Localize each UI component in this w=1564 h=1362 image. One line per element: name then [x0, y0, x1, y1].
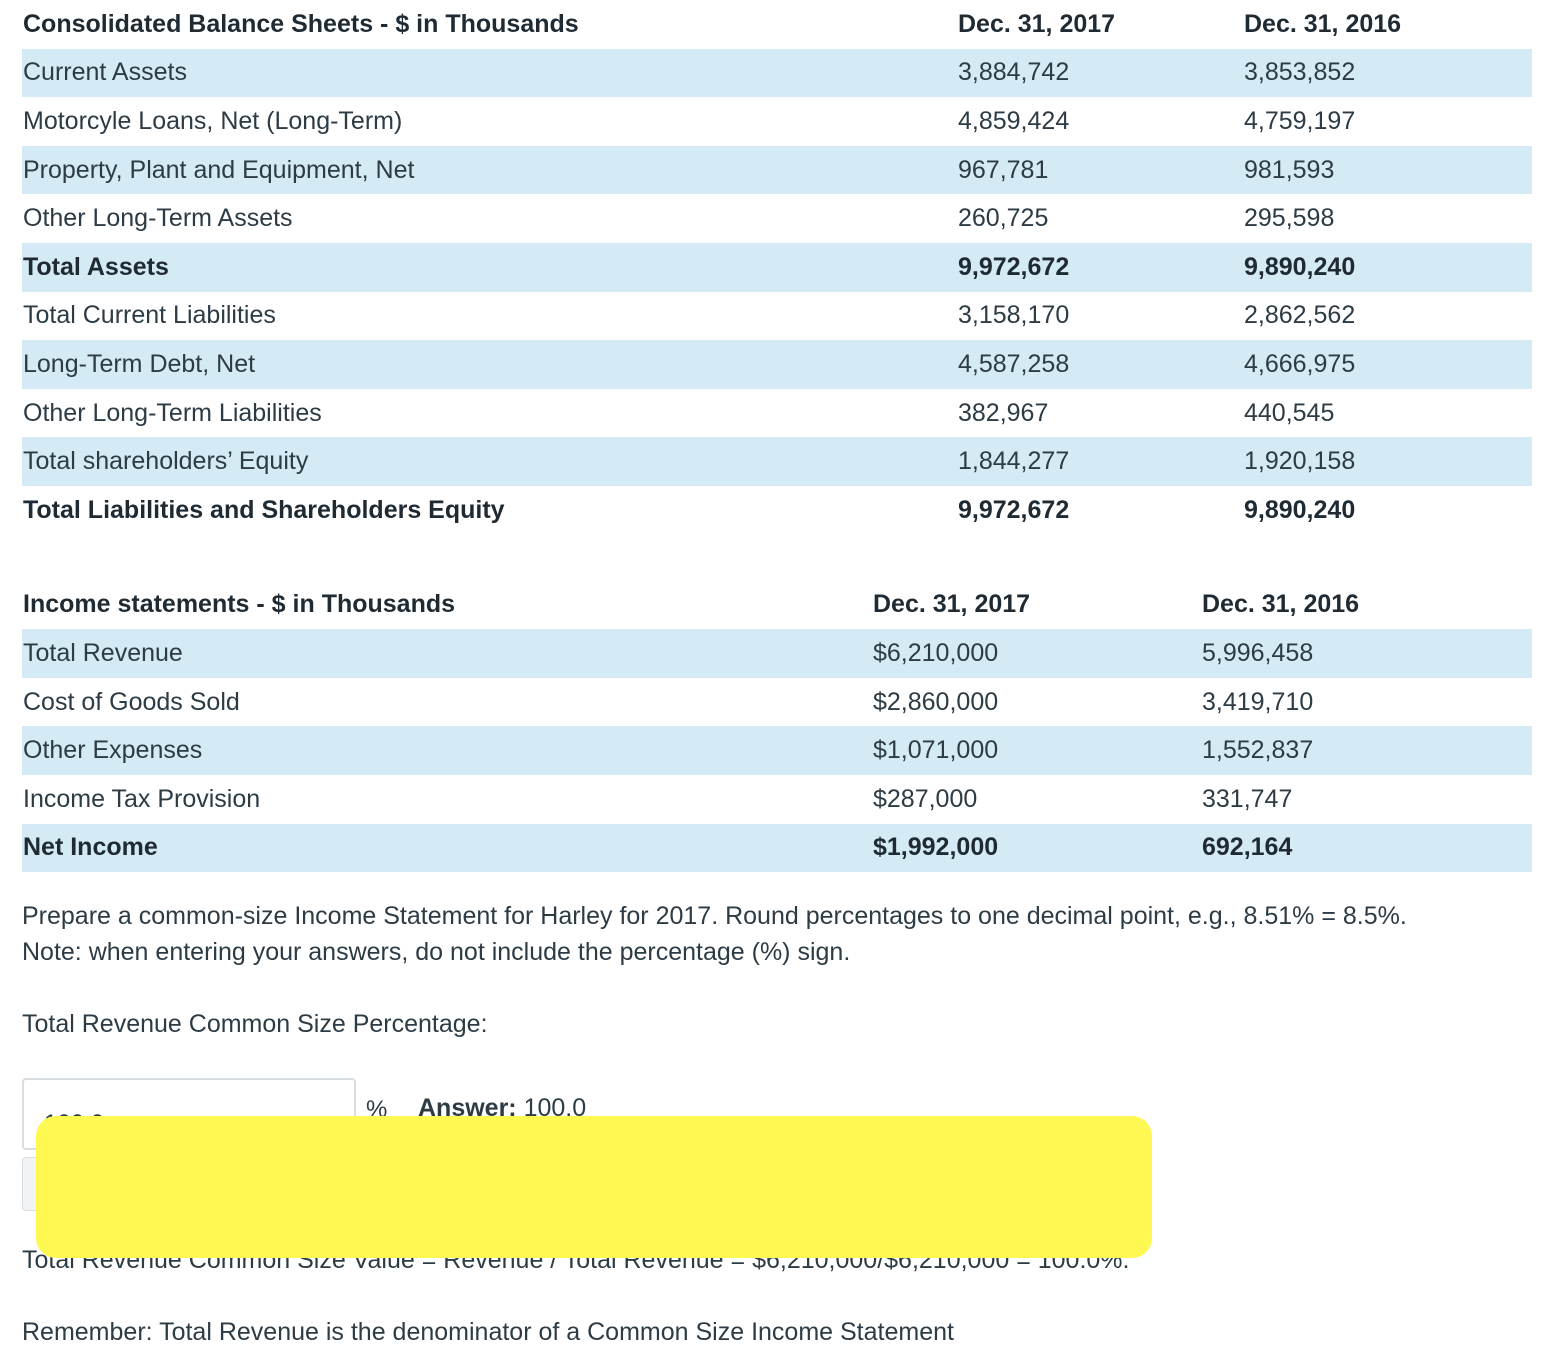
balance-row: Long-Term Debt, Net 4,587,258 4,666,975 — [22, 340, 1532, 389]
income-value-2016: 1,552,837 — [1201, 726, 1532, 775]
balance-value-2016: 4,759,197 — [1244, 106, 1356, 135]
income-value-2017: $1,071,000 — [872, 726, 1201, 775]
balance-value-2016: 1,920,158 — [1243, 437, 1532, 486]
instructions-line-1: Prepare a common-size Income Statement f… — [22, 902, 1407, 930]
income-value-2016: 331,747 — [1202, 784, 1293, 813]
balance-row-label: Long-Term Debt, Net — [22, 340, 957, 389]
income-value-2017: $2,860,000 — [873, 687, 999, 716]
balance-row-label: Other Long-Term Assets — [23, 204, 293, 233]
balance-value-2017: 3,884,742 — [957, 48, 1243, 98]
balance-row-label: Total Current Liabilities — [23, 301, 276, 330]
balance-value-2017: 3,158,170 — [958, 301, 1070, 330]
balance-sheet-title: Consolidated Balance Sheets - $ in Thous… — [23, 9, 579, 38]
income-row-label: Income Tax Provision — [23, 784, 261, 813]
income-header-2017: Dec. 31, 2017 — [873, 590, 1031, 619]
balance-value-2016: 440,545 — [1244, 398, 1335, 427]
balance-sheet-header-row: Consolidated Balance Sheets - $ in Thous… — [22, 0, 1532, 49]
balance-row: Property, Plant and Equipment, Net 967,78… — [22, 145, 1532, 195]
balance-row: Total Current Liabilities 3,158,170 2,862,… — [22, 292, 1532, 341]
balance-value-2016: 4,666,975 — [1243, 340, 1532, 389]
income-value-2017: $6,210,000 — [872, 629, 1201, 678]
income-row: Net Income $1,992,000 692,164 — [22, 823, 1532, 873]
balance-row-label: Total Liabilities and Shareholders Equit… — [23, 495, 505, 524]
income-statement-title: Income statements - $ in Thousands — [23, 590, 456, 619]
income-header-2016: Dec. 31, 2016 — [1202, 590, 1360, 619]
income-value-2016: 692,164 — [1201, 823, 1532, 873]
income-statement-header-row: Income statements - $ in Thousands Dec. … — [22, 581, 1532, 630]
instructions-text: Prepare a common-size Income Statement f… — [22, 898, 1542, 970]
balance-row-label: Motorcyle Loans, Net (Long-Term) — [23, 106, 403, 135]
question-label: Total Revenue Common Size Percentage: — [22, 1010, 488, 1038]
balance-row-label: Total shareholders’ Equity — [22, 437, 957, 486]
balance-value-2017: 382,967 — [958, 398, 1049, 427]
income-row-label: Total Revenue — [22, 629, 872, 678]
income-value-2017: $287,000 — [873, 784, 978, 813]
balance-header-2016: Dec. 31, 2016 — [1244, 9, 1402, 38]
balance-value-2016: 295,598 — [1244, 204, 1335, 233]
balance-row: Current Assets 3,884,742 3,853,852 — [22, 48, 1532, 98]
balance-sheet-table: Consolidated Balance Sheets - $ in Thous… — [22, 0, 1532, 535]
balance-row: Other Long-Term Assets 260,725 295,598 — [22, 194, 1532, 243]
balance-value-2016: 9,890,240 — [1243, 242, 1532, 292]
balance-row: Motorcyle Loans, Net (Long-Term) 4,859,42… — [22, 97, 1532, 146]
balance-value-2017: 4,587,258 — [957, 340, 1243, 389]
balance-value-2017: 967,781 — [957, 145, 1243, 195]
income-value-2016: 5,996,458 — [1201, 629, 1532, 678]
income-value-2016: 3,419,710 — [1202, 687, 1314, 716]
balance-row-label: Property, Plant and Equipment, Net — [22, 145, 957, 195]
income-row: Income Tax Provision $287,000 331,747 — [22, 775, 1532, 824]
balance-header-2017: Dec. 31, 2017 — [958, 9, 1116, 38]
balance-value-2016: 981,593 — [1243, 145, 1532, 195]
balance-value-2016: 2,862,562 — [1244, 301, 1356, 330]
balance-value-2017: 9,972,672 — [957, 242, 1243, 292]
balance-value-2017: 4,859,424 — [958, 106, 1070, 135]
balance-row-label: Current Assets — [22, 48, 957, 98]
income-row-label: Other Expenses — [22, 726, 872, 775]
balance-row: Total Assets 9,972,672 9,890,240 — [22, 242, 1532, 292]
balance-value-2017: 9,972,672 — [958, 495, 1070, 524]
income-row-label: Net Income — [22, 823, 872, 873]
instructions-line-2: Note: when entering your answers, do not… — [22, 938, 851, 966]
balance-value-2016: 3,853,852 — [1243, 48, 1532, 98]
redaction-highlight — [36, 1116, 1152, 1258]
income-row: Other Expenses $1,071,000 1,552,837 — [22, 726, 1532, 775]
tables-container: Consolidated Balance Sheets - $ in Thous… — [22, 0, 1532, 873]
balance-value-2017: 260,725 — [958, 204, 1049, 233]
balance-row: Other Long-Term Liabilities 382,967 440,54… — [22, 389, 1532, 438]
income-row-label: Cost of Goods Sold — [23, 687, 240, 716]
income-statement-table: Income statements - $ in Thousands Dec. … — [22, 581, 1532, 873]
reminder-text: Remember: Total Revenue is the denominat… — [22, 1318, 954, 1346]
income-value-2017: $1,992,000 — [872, 823, 1201, 873]
balance-row-label: Total Assets — [22, 242, 957, 292]
income-row: Total Revenue $6,210,000 5,996,458 — [22, 629, 1532, 678]
balance-row: Total shareholders’ Equity 1,844,277 1,920… — [22, 437, 1532, 486]
balance-value-2016: 9,890,240 — [1244, 495, 1356, 524]
balance-row-label: Other Long-Term Liabilities — [23, 398, 322, 427]
balance-row: Total Liabilities and Shareholders Equit… — [22, 486, 1532, 535]
balance-value-2017: 1,844,277 — [957, 437, 1243, 486]
income-row: Cost of Goods Sold $2,860,000 3,419,710 — [22, 678, 1532, 727]
